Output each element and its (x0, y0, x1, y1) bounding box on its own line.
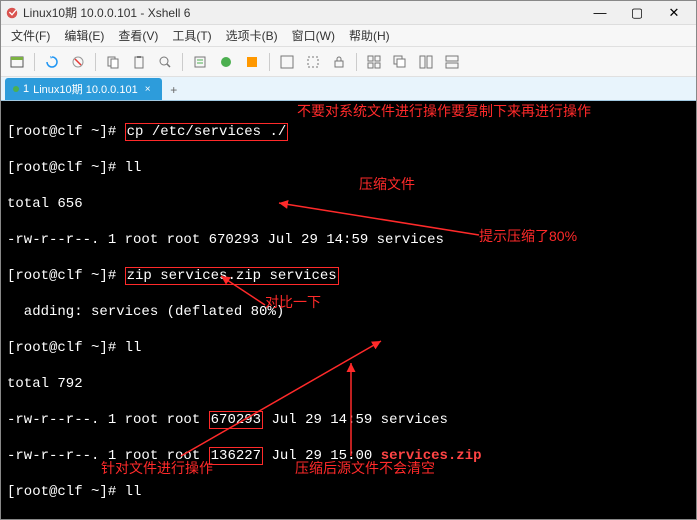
cmd-cp: cp /etc/services ./ (125, 123, 289, 141)
menu-edit[interactable]: 编辑(E) (58, 25, 110, 46)
size-box: 670293 (209, 411, 263, 429)
separator (34, 53, 35, 71)
disconnect-button[interactable] (66, 50, 90, 74)
minimize-button[interactable]: — (582, 3, 618, 23)
menubar: 文件(F) 编辑(E) 查看(V) 工具(T) 选项卡(B) 窗口(W) 帮助(… (1, 25, 696, 47)
prompt: [root@clf ~]# (7, 268, 116, 284)
terminal[interactable]: [root@clf ~]# cp /etc/services ./ [root@… (1, 101, 696, 519)
cmd-ll: ll (125, 484, 142, 500)
lock-button[interactable] (327, 50, 351, 74)
prompt: [root@clf ~]# (7, 484, 116, 500)
transparent-button[interactable] (301, 50, 325, 74)
prompt: [root@clf ~]# (7, 160, 116, 176)
toolbar (1, 47, 696, 77)
output-line: adding: services (deflated 80%) (7, 303, 690, 321)
output-line: -rw-r--r--. 1 root root 670293 Jul 29 14… (7, 231, 690, 249)
cmd-zip: zip services.zip services (125, 267, 339, 285)
tab-index: 1 (23, 83, 29, 95)
annotation-zip: 压缩文件 (359, 175, 415, 193)
menu-tabs[interactable]: 选项卡(B) (220, 25, 284, 46)
vert-tile-button[interactable] (414, 50, 438, 74)
app-window: Linux10期 10.0.0.101 - Xshell 6 — ▢ ✕ 文件(… (0, 0, 697, 520)
fullscreen-button[interactable] (275, 50, 299, 74)
menu-view[interactable]: 查看(V) (112, 25, 164, 46)
cmd-ll: ll (125, 340, 142, 356)
properties-button[interactable] (188, 50, 212, 74)
tabbar: 1 Linux10期 10.0.0.101 × + (1, 77, 696, 101)
separator (182, 53, 183, 71)
tile-button[interactable] (362, 50, 386, 74)
status-dot-icon (13, 86, 19, 92)
cmd-ll: ll (125, 160, 142, 176)
titlebar: Linux10期 10.0.0.101 - Xshell 6 — ▢ ✕ (1, 1, 696, 25)
prompt: [root@clf ~]# (7, 124, 116, 140)
close-button[interactable]: ✕ (656, 3, 692, 23)
output-line: total 656 (7, 195, 690, 213)
separator (269, 53, 270, 71)
horiz-tile-button[interactable] (440, 50, 464, 74)
window-buttons: — ▢ ✕ (582, 3, 692, 23)
tab-label: Linux10期 10.0.0.101 (33, 81, 138, 97)
annotation-copy: 不要对系统文件进行操作要复制下来再进行操作 (297, 102, 591, 120)
tab-close-icon[interactable]: × (142, 83, 154, 95)
find-button[interactable] (153, 50, 177, 74)
output-line: Jul 29 14:59 services (263, 412, 448, 428)
output-line: total 792 (7, 375, 690, 393)
output-line: Jul 29 15:00 (263, 448, 381, 464)
zip-filename: services.zip (381, 448, 482, 464)
script-button[interactable] (240, 50, 264, 74)
new-session-button[interactable] (5, 50, 29, 74)
add-tab-button[interactable]: + (164, 80, 184, 100)
menu-tools[interactable]: 工具(T) (166, 25, 217, 46)
session-tab[interactable]: 1 Linux10期 10.0.0.101 × (5, 78, 162, 100)
menu-file[interactable]: 文件(F) (5, 25, 56, 46)
menu-window[interactable]: 窗口(W) (286, 25, 341, 46)
color-scheme-button[interactable] (214, 50, 238, 74)
menu-help[interactable]: 帮助(H) (343, 25, 396, 46)
cascade-button[interactable] (388, 50, 412, 74)
app-icon (5, 6, 19, 20)
output-line: -rw-r--r--. 1 root root (7, 448, 209, 464)
separator (95, 53, 96, 71)
window-title: Linux10期 10.0.0.101 - Xshell 6 (23, 4, 582, 21)
paste-button[interactable] (127, 50, 151, 74)
size-box: 136227 (209, 447, 263, 465)
maximize-button[interactable]: ▢ (619, 3, 655, 23)
reconnect-button[interactable] (40, 50, 64, 74)
prompt: [root@clf ~]# (7, 340, 116, 356)
separator (356, 53, 357, 71)
copy-button[interactable] (101, 50, 125, 74)
output-line: -rw-r--r--. 1 root root (7, 412, 209, 428)
